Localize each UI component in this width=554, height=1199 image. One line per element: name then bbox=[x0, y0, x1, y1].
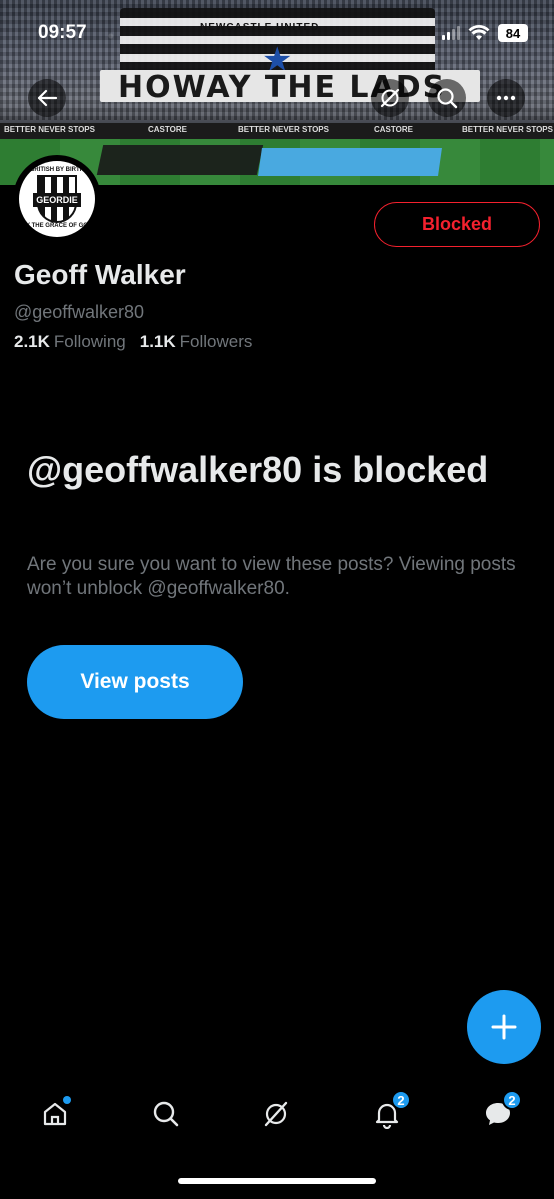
banner-sign: HOWAY THE LADS bbox=[100, 70, 480, 105]
banner-pitch-flag bbox=[96, 145, 264, 175]
banner-flag-text: NEWCASTLE UNITED bbox=[200, 22, 320, 33]
avatar[interactable]: BRITISH BY BIRTH GEORDIE BY THE GRACE OF… bbox=[13, 155, 101, 243]
tab-home[interactable] bbox=[33, 1092, 77, 1136]
followers-label: Followers bbox=[179, 332, 253, 351]
tab-messages[interactable]: 2 bbox=[476, 1090, 522, 1136]
followers-count: 1.1K bbox=[139, 332, 176, 351]
home-unread-dot bbox=[63, 1096, 71, 1104]
avatar-badge: GEORDIE bbox=[33, 193, 81, 207]
signal-icon bbox=[442, 26, 460, 40]
more-button[interactable] bbox=[487, 79, 525, 117]
following-label: Following bbox=[53, 332, 126, 351]
ad-text: BETTER NEVER STOPS bbox=[238, 125, 329, 134]
view-posts-button[interactable]: View posts bbox=[27, 645, 243, 719]
compose-button[interactable] bbox=[467, 990, 541, 1064]
home-indicator bbox=[178, 1178, 376, 1184]
profile-stats: 2.1K Following 1.1K Followers bbox=[14, 332, 252, 352]
blocked-title: @geoffwalker80 is blocked bbox=[27, 449, 489, 490]
status-time: 09:57 bbox=[38, 22, 87, 43]
avatar-bottom-text: BY THE GRACE OF GOD bbox=[21, 223, 93, 229]
ad-text: CASTORE bbox=[374, 125, 413, 134]
following-link[interactable]: 2.1K Following bbox=[14, 332, 126, 352]
blocked-button[interactable]: Blocked bbox=[374, 202, 540, 247]
battery-icon: 84 bbox=[498, 24, 528, 42]
ad-text: CASTORE bbox=[148, 125, 187, 134]
profile-name: Geoff Walker bbox=[14, 259, 186, 290]
grok-icon bbox=[264, 1101, 288, 1127]
blocked-description: Are you sure you want to view these post… bbox=[27, 554, 516, 599]
more-icon bbox=[496, 95, 516, 101]
avatar-image: BRITISH BY BIRTH GEORDIE BY THE GRACE OF… bbox=[19, 161, 95, 237]
following-count: 2.1K bbox=[14, 332, 50, 351]
tab-notifications[interactable]: 2 bbox=[365, 1090, 411, 1136]
grok-button[interactable] bbox=[371, 79, 409, 117]
wifi-icon bbox=[468, 25, 490, 40]
grok-icon bbox=[380, 88, 400, 108]
ad-text: BETTER NEVER STOPS bbox=[462, 125, 553, 134]
banner-pitch-flag bbox=[258, 148, 442, 176]
arrow-left-icon bbox=[37, 89, 58, 107]
back-button[interactable] bbox=[28, 79, 66, 117]
bottom-tabbar: 2 2 bbox=[0, 1080, 554, 1150]
ad-text: BETTER NEVER STOPS bbox=[4, 125, 95, 134]
notifications-badge: 2 bbox=[391, 1090, 411, 1110]
tab-grok[interactable] bbox=[254, 1092, 298, 1136]
banner-adboard: BETTER NEVER STOPS CASTORE BETTER NEVER … bbox=[0, 123, 554, 139]
plus-icon bbox=[491, 1014, 517, 1040]
search-icon bbox=[437, 88, 458, 109]
status-icons: 84 bbox=[442, 22, 528, 44]
avatar-top-text: BRITISH BY BIRTH bbox=[30, 167, 84, 173]
profile-handle: @geoffwalker80 bbox=[14, 302, 145, 322]
tab-search[interactable] bbox=[144, 1092, 188, 1136]
search-icon bbox=[153, 1101, 179, 1127]
messages-badge: 2 bbox=[502, 1090, 522, 1110]
followers-link[interactable]: 1.1K Followers bbox=[140, 332, 253, 352]
search-button[interactable] bbox=[428, 79, 466, 117]
